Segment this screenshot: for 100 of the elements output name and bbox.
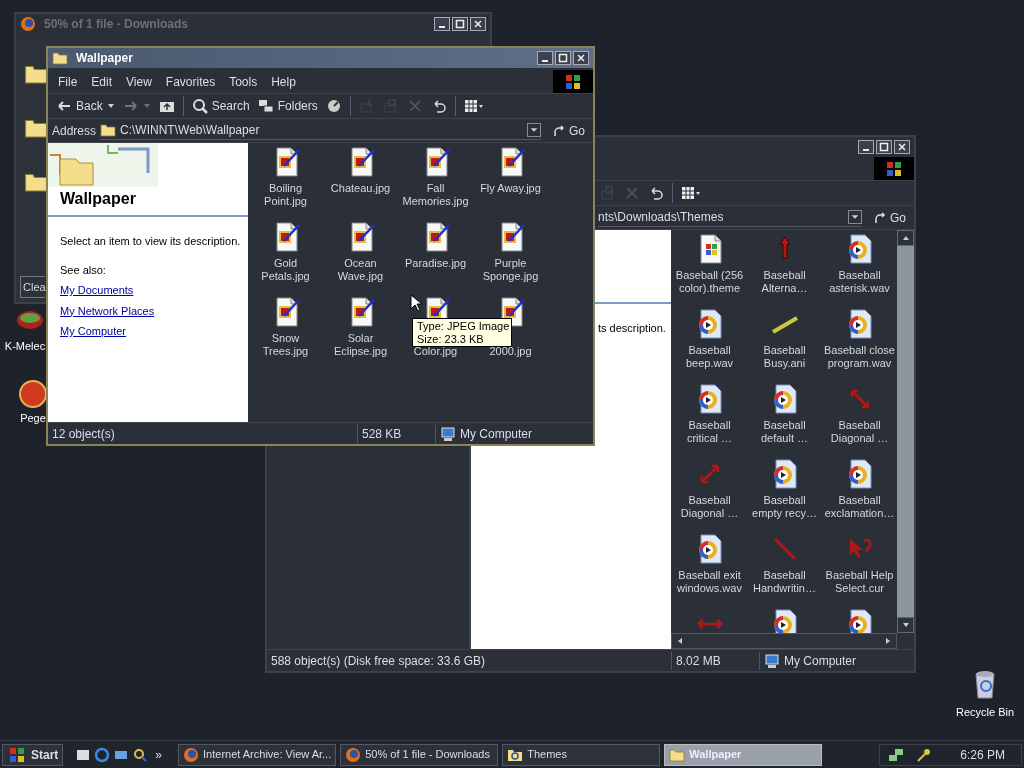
folder-entry[interactable]: Chateau.jpg — [323, 143, 398, 218]
maximize-icon — [558, 53, 568, 63]
scroll-left-icon — [676, 637, 684, 645]
tooltip: Type: JPEG Image Size: 23.3 KB — [412, 318, 512, 347]
history-icon — [325, 98, 342, 114]
maximize-icon — [455, 19, 465, 29]
go-arrow-icon — [553, 124, 565, 137]
computer-icon — [440, 425, 456, 442]
link[interactable]: My Documents — [60, 282, 134, 299]
description-text: Select an item to view its description. — [60, 234, 242, 249]
pane-heading: Wallpaper — [59, 189, 137, 209]
address-label: Address — [52, 122, 97, 140]
status-size: 8.02 MB — [672, 651, 760, 670]
more-button[interactable]: » — [151, 745, 167, 764]
delete-icon — [624, 185, 640, 201]
status-text: 588 object(s) (Disk free space: 33.6 GB) — [267, 651, 672, 670]
folder-entry[interactable]: Baseball default … — [747, 380, 822, 455]
folder-entry[interactable]: Baseball exclamation… — [822, 455, 897, 530]
copy-to-icon — [600, 185, 616, 201]
network-icon — [888, 746, 905, 763]
maximize-button[interactable] — [555, 51, 571, 65]
folder-icon — [52, 50, 68, 66]
folder-entry[interactable]: Baseball Diagonal … — [672, 455, 747, 530]
copy-to-icon — [382, 98, 399, 114]
clear-button[interactable]: Clea — [20, 276, 45, 298]
description-text: ts description. — [598, 321, 667, 336]
close-icon — [576, 53, 586, 63]
close-icon — [473, 19, 483, 29]
window-title: Wallpaper — [76, 50, 134, 67]
search-icon — [191, 98, 208, 114]
address-field[interactable]: nts\Downloads\Themes — [598, 208, 862, 227]
menu-item[interactable]: File — [52, 72, 84, 91]
folder-entry[interactable]: Baseball Handwritin… — [747, 530, 822, 605]
status-zone: My Computer — [460, 425, 533, 443]
folder-entry[interactable]: Purple Sponge.jpg — [473, 218, 548, 293]
folders-icon — [257, 98, 274, 114]
folder-entry[interactable]: Baseball beep.wav — [672, 305, 747, 380]
folder-entry[interactable]: Fly Away.jpg — [473, 143, 548, 218]
folder-entry[interactable]: Baseball Alterna… — [747, 230, 822, 305]
folder-entry[interactable]: Baseball critical … — [672, 380, 747, 455]
menu-item[interactable]: Edit — [85, 72, 119, 91]
close-button[interactable] — [573, 51, 589, 65]
close-button[interactable] — [894, 140, 910, 154]
horizontal-scrollbar[interactable] — [671, 633, 897, 649]
views-icon — [463, 98, 484, 114]
folders-button[interactable]: Folders — [253, 95, 322, 117]
menu-item[interactable]: Tools — [223, 72, 264, 91]
caret-icon — [106, 102, 115, 110]
folder-icon — [669, 746, 686, 763]
folder-entry[interactable]: Baseball asterisk.wav — [822, 230, 897, 305]
link[interactable]: My Network Places — [60, 302, 155, 319]
status-zone: My Computer — [784, 652, 857, 670]
folder-entry[interactable]: Baseball exit windows.wav — [672, 530, 747, 605]
close-icon — [897, 142, 907, 152]
minimize-button[interactable] — [858, 140, 874, 154]
taskbar-button[interactable]: 50% of 1 file - Downloads — [340, 743, 499, 766]
window-title: 50% of 1 file - Downloads — [44, 16, 190, 33]
folder-entry[interactable]: Paradise.jpg — [398, 218, 473, 293]
address-field[interactable]: C:\WINNT\Web\Wallpaper — [100, 121, 541, 140]
browser-logo-icon — [345, 746, 362, 763]
folder-entry[interactable]: Ocean Wave.jpg — [323, 218, 398, 293]
folder-entry[interactable]: Baseball empty recy… — [747, 455, 822, 530]
folder-entry[interactable]: Baseball close program.wav — [822, 305, 897, 380]
minimize-button[interactable] — [434, 17, 450, 31]
browser-logo-icon — [20, 16, 36, 32]
browser-logo-icon — [183, 746, 200, 763]
vertical-scrollbar[interactable] — [897, 230, 914, 633]
folder-entry[interactable]: Baseball Diagonal … — [822, 380, 897, 455]
folder-entry[interactable]: Solar Eclipse.jpg — [323, 293, 398, 368]
minimize-button[interactable] — [537, 51, 553, 65]
ball-icon — [17, 378, 49, 410]
taskbar-button[interactable]: Internet Archive: View Ar... — [178, 743, 337, 766]
folder-icon — [100, 122, 117, 138]
minimize-icon — [542, 60, 548, 62]
maximize-icon — [879, 142, 889, 152]
link[interactable]: My Computer — [60, 323, 127, 340]
folder-entry[interactable]: Boiling Point.jpg — [248, 143, 323, 218]
start-button[interactable]: Start — [2, 743, 64, 766]
taskbar-button[interactable]: Themes — [502, 743, 661, 766]
menu-item[interactable]: View — [120, 72, 158, 91]
close-button[interactable] — [470, 17, 486, 31]
back-button[interactable]: Back — [52, 95, 119, 117]
folder-entry[interactable]: Baseball Help Select.cur — [822, 530, 897, 605]
search-button[interactable]: Search — [187, 95, 254, 117]
folder-entry[interactable]: Baseball Busy.ani — [747, 305, 822, 380]
maximize-button[interactable] — [876, 140, 892, 154]
maximize-button[interactable] — [452, 17, 468, 31]
menu-item[interactable]: Help — [265, 72, 302, 91]
menu-item[interactable]: Favorites — [159, 72, 222, 91]
go-button[interactable]: Go — [545, 121, 593, 140]
folder-entry[interactable]: Gold Petals.jpg — [248, 218, 323, 293]
folder-entry[interactable]: Fall Memories.jpg — [398, 143, 473, 218]
computer-icon — [764, 652, 780, 669]
search-icon — [132, 746, 149, 763]
mouse-pointer-icon — [410, 294, 422, 312]
minimize-icon — [439, 26, 445, 28]
go-button[interactable]: Go — [866, 208, 914, 227]
undo-icon — [648, 185, 664, 201]
folder-entry[interactable]: Snow Trees.jpg — [248, 293, 323, 368]
folder-entry[interactable]: Baseball (256 color).theme — [672, 230, 747, 305]
